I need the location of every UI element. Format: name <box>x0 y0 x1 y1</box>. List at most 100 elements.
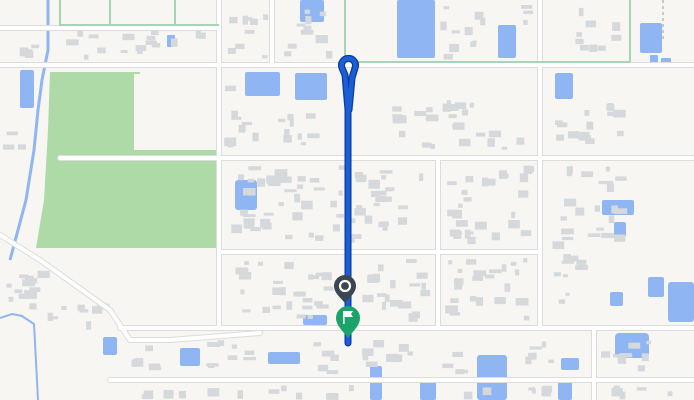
building <box>207 388 220 397</box>
building <box>257 261 263 266</box>
building <box>312 275 319 280</box>
building <box>297 184 304 189</box>
building <box>520 230 532 237</box>
building <box>373 340 385 348</box>
building <box>487 178 496 186</box>
building <box>227 355 238 360</box>
building <box>355 174 367 183</box>
building <box>527 166 534 173</box>
building <box>628 342 641 349</box>
building <box>292 212 303 221</box>
building <box>170 38 178 47</box>
building <box>440 21 447 31</box>
building <box>237 174 245 181</box>
building <box>611 388 623 397</box>
building <box>257 178 266 187</box>
building <box>575 38 584 45</box>
building <box>576 32 582 37</box>
building <box>326 370 339 375</box>
building <box>252 132 259 142</box>
building <box>332 224 340 232</box>
building <box>397 217 408 225</box>
building <box>508 220 520 229</box>
building <box>515 298 529 306</box>
building <box>305 113 316 119</box>
building <box>448 114 457 119</box>
building <box>86 321 92 330</box>
building <box>283 135 292 143</box>
building <box>284 189 297 193</box>
building <box>3 144 15 150</box>
building <box>445 305 458 314</box>
building <box>307 314 313 319</box>
building <box>248 166 262 171</box>
building <box>575 265 589 270</box>
building <box>501 146 508 150</box>
building <box>608 180 614 189</box>
building <box>608 215 615 223</box>
building <box>584 109 590 116</box>
building <box>326 393 339 400</box>
building <box>587 233 601 237</box>
building <box>120 49 128 54</box>
building <box>122 33 135 41</box>
building <box>393 354 403 362</box>
park-clearing <box>134 74 216 150</box>
building <box>321 272 332 281</box>
building <box>561 236 574 241</box>
building <box>235 270 248 275</box>
building <box>242 214 256 217</box>
building <box>641 353 649 361</box>
building <box>452 351 464 357</box>
building <box>447 209 459 217</box>
building <box>409 283 421 287</box>
building <box>474 11 484 20</box>
building <box>281 385 287 392</box>
building <box>398 130 406 138</box>
building <box>594 205 600 212</box>
building <box>611 205 618 214</box>
building <box>488 130 502 138</box>
building <box>92 306 103 314</box>
building <box>605 166 610 172</box>
building <box>146 35 156 41</box>
building <box>568 255 579 262</box>
building <box>575 207 585 216</box>
building <box>563 274 568 278</box>
building <box>523 10 533 15</box>
building <box>553 272 561 277</box>
building <box>406 259 417 263</box>
building <box>596 227 605 231</box>
building <box>148 363 161 371</box>
building <box>529 346 542 350</box>
building <box>414 111 427 117</box>
building <box>308 232 314 238</box>
building <box>458 138 471 147</box>
map-view[interactable] <box>0 0 694 400</box>
building <box>390 280 396 289</box>
building <box>195 30 201 39</box>
building <box>448 260 453 265</box>
building <box>454 284 463 290</box>
building <box>66 39 79 46</box>
building <box>330 200 337 208</box>
building <box>242 309 251 313</box>
building <box>381 175 386 180</box>
building <box>97 47 106 54</box>
building <box>29 287 41 293</box>
building <box>614 234 626 242</box>
building <box>565 292 570 296</box>
building <box>227 140 233 148</box>
building <box>315 35 328 44</box>
building <box>145 345 153 352</box>
building <box>336 214 345 218</box>
building <box>455 220 468 227</box>
building <box>385 187 395 192</box>
building <box>268 389 280 394</box>
building <box>487 138 495 147</box>
building <box>392 106 402 112</box>
building <box>303 25 312 34</box>
building <box>601 351 611 358</box>
building <box>482 387 492 396</box>
building <box>494 297 506 305</box>
